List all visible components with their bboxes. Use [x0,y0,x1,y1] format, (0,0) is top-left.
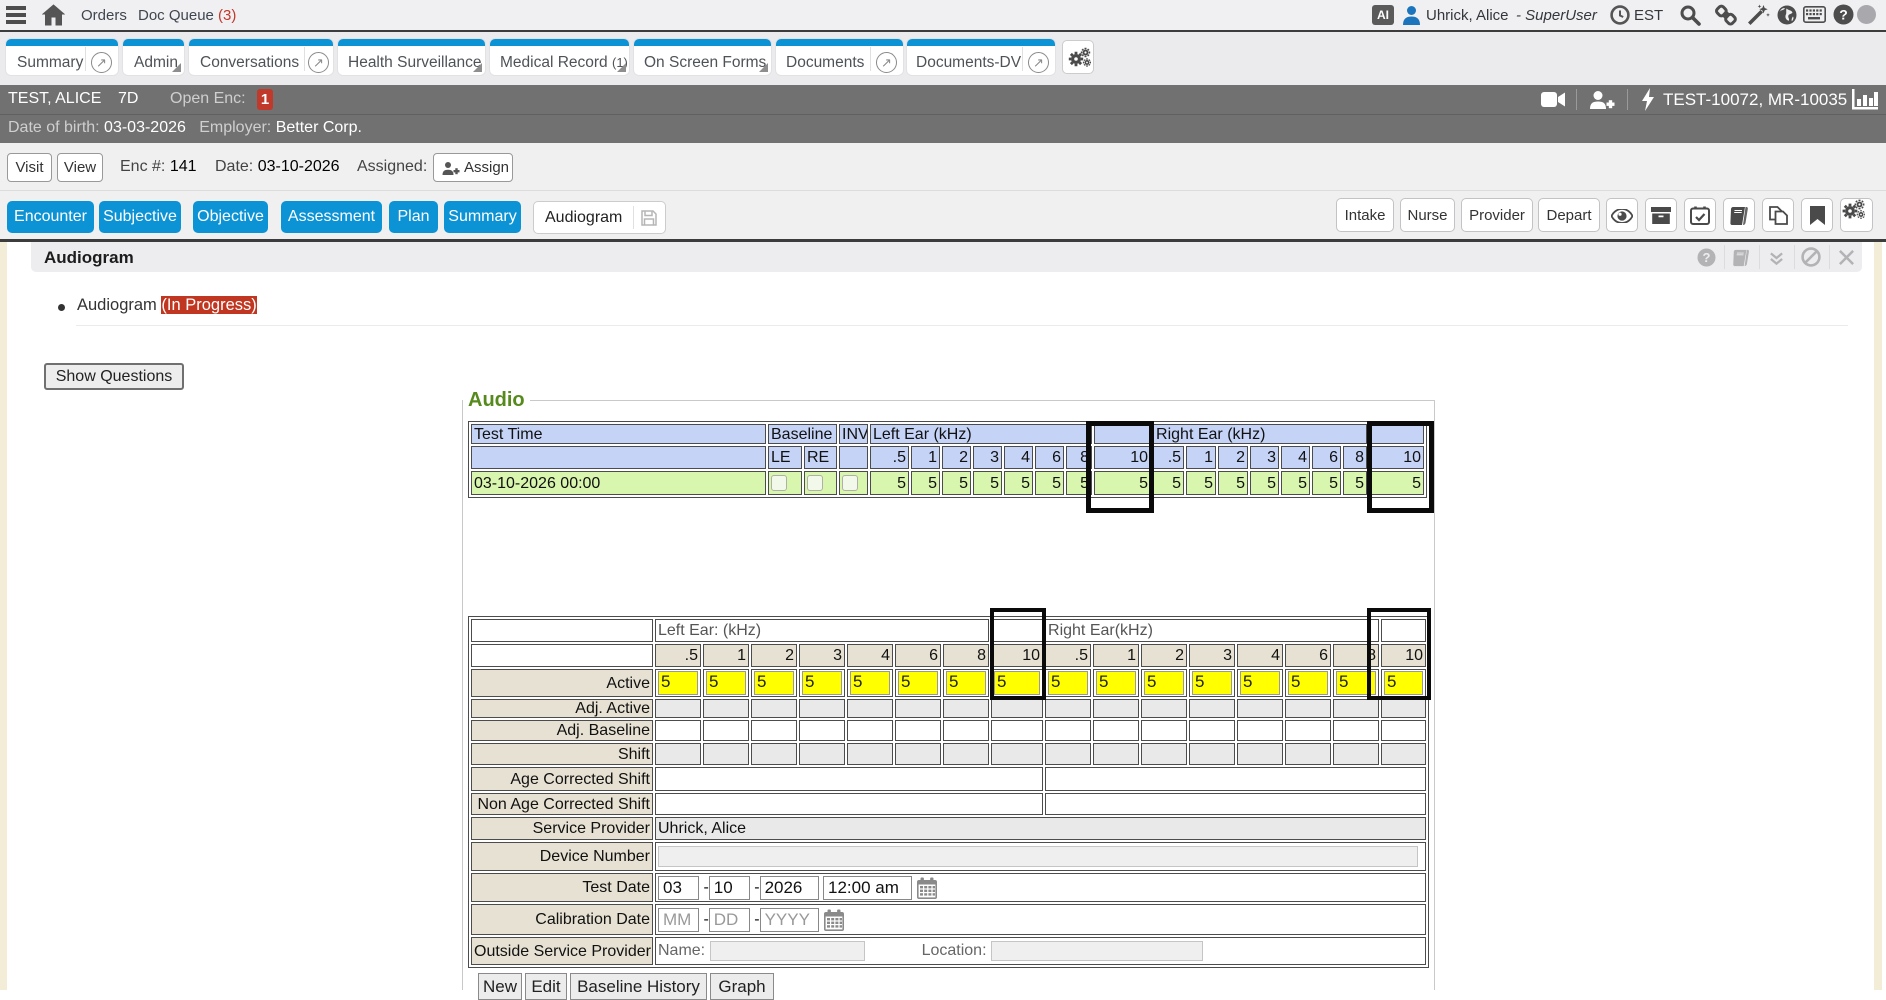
svg-text:?: ? [1702,250,1710,265]
svg-text:?: ? [1839,7,1848,23]
